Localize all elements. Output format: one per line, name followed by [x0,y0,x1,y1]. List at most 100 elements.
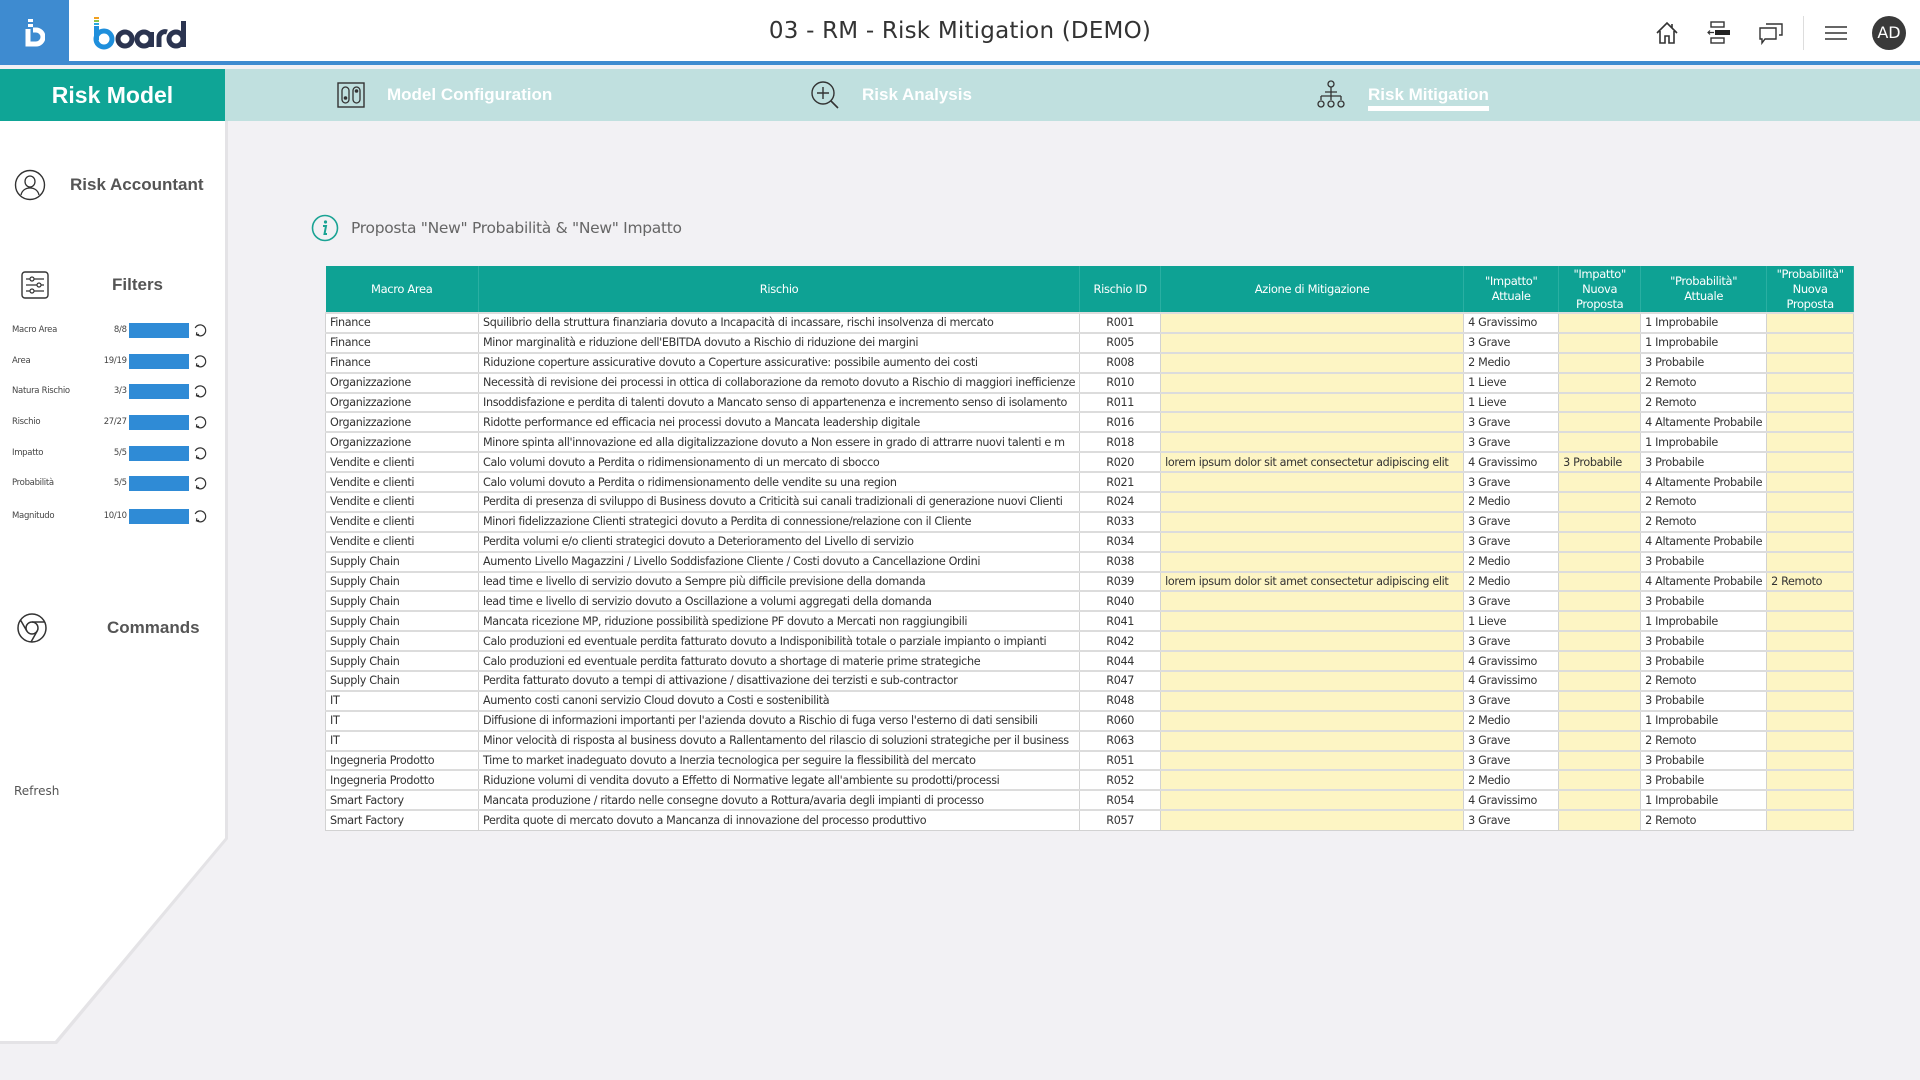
impatto-nuova-proposta-cell[interactable] [1558,809,1642,831]
impatto-nuova-proposta-cell[interactable] [1558,391,1642,413]
azione-mitigazione-cell[interactable] [1160,550,1465,573]
azione-mitigazione-cell[interactable] [1160,391,1465,413]
col-probabilita-nuova-proposta-header[interactable]: "Probabilità" Nuova Proposta [1766,266,1855,313]
impatto-nuova-proposta-cell[interactable] [1558,769,1642,791]
filter-selection-bar[interactable] [128,414,190,430]
impatto-nuova-proposta-cell[interactable] [1558,729,1642,752]
reset-filter-icon[interactable] [193,323,207,337]
probabilita-nuova-proposta-cell[interactable] [1766,809,1855,831]
tab-risk-analysis[interactable]: Risk Analysis [810,69,972,121]
user-avatar[interactable]: AD [1872,15,1906,50]
impatto-nuova-proposta-cell[interactable] [1558,650,1642,672]
probabilita-nuova-proposta-cell[interactable] [1766,431,1855,453]
azione-mitigazione-cell[interactable] [1160,371,1465,394]
impatto-nuova-proposta-cell[interactable] [1558,491,1642,513]
probabilita-nuova-proposta-cell[interactable] [1766,451,1855,473]
filter-row[interactable]: Rischio 27/27 [12,412,207,432]
chat-button[interactable] [1745,0,1797,65]
azione-mitigazione-cell[interactable] [1160,689,1465,712]
azione-mitigazione-cell[interactable] [1160,431,1465,453]
refresh-button-label[interactable]: Refresh [14,784,59,798]
menu-button[interactable] [1810,0,1862,65]
probabilita-nuova-proposta-cell[interactable] [1766,391,1855,413]
azione-mitigazione-cell[interactable] [1160,809,1465,831]
azione-mitigazione-cell[interactable] [1160,331,1465,354]
probabilita-nuova-proposta-cell[interactable] [1766,510,1855,533]
col-impatto-attuale-header[interactable]: "Impatto" Attuale [1463,266,1560,313]
azione-mitigazione-cell[interactable] [1160,789,1465,811]
impatto-nuova-proposta-cell[interactable] [1558,331,1642,354]
tab-risk-mitigation[interactable]: Risk Mitigation [1316,69,1489,121]
azione-mitigazione-cell[interactable] [1160,749,1465,771]
filter-row[interactable]: Probabilità 5/5 [12,473,207,493]
col-rischio-header[interactable]: Rischio [478,266,1081,313]
probabilita-nuova-proposta-cell[interactable] [1766,729,1855,752]
refresh-command-icon[interactable] [16,612,48,644]
info-icon[interactable] [311,214,339,242]
probabilita-nuova-proposta-cell[interactable] [1766,331,1855,354]
impatto-nuova-proposta-cell[interactable] [1558,789,1642,811]
probabilita-nuova-proposta-cell[interactable] [1766,491,1855,513]
azione-mitigazione-cell[interactable] [1160,650,1465,672]
azione-mitigazione-cell[interactable] [1160,312,1465,334]
azione-mitigazione-cell[interactable] [1160,590,1465,612]
filter-row[interactable]: Natura Rischio 3/3 [12,381,207,401]
impatto-nuova-proposta-cell[interactable] [1558,471,1642,493]
probabilita-nuova-proposta-cell[interactable] [1766,709,1855,732]
impatto-nuova-proposta-cell[interactable] [1558,610,1642,632]
panel-toggle-button[interactable] [1693,0,1745,65]
filter-selection-bar[interactable] [128,322,190,338]
impatto-nuova-proposta-cell[interactable] [1558,411,1642,433]
probabilita-nuova-proposta-cell[interactable] [1766,371,1855,394]
impatto-nuova-proposta-cell[interactable] [1558,351,1642,374]
azione-mitigazione-cell[interactable]: lorem ipsum dolor sit amet consectetur a… [1160,570,1465,592]
probabilita-nuova-proposta-cell[interactable] [1766,670,1855,692]
filter-row[interactable]: Area 19/19 [12,351,207,371]
azione-mitigazione-cell[interactable] [1160,769,1465,791]
reset-filter-icon[interactable] [193,476,207,490]
reset-filter-icon[interactable] [193,415,207,429]
reset-filter-icon[interactable] [193,446,207,460]
probabilita-nuova-proposta-cell[interactable] [1766,630,1855,652]
impatto-nuova-proposta-cell[interactable] [1558,550,1642,573]
impatto-nuova-proposta-cell[interactable] [1558,689,1642,712]
probabilita-nuova-proposta-cell[interactable] [1766,789,1855,811]
probabilita-nuova-proposta-cell[interactable] [1766,471,1855,493]
probabilita-nuova-proposta-cell[interactable] [1766,769,1855,791]
azione-mitigazione-cell[interactable] [1160,709,1465,732]
reset-filter-icon[interactable] [193,384,207,398]
impatto-nuova-proposta-cell[interactable] [1558,570,1642,592]
nav-risk-model[interactable]: Risk Model [0,69,225,121]
filter-selection-bar[interactable] [128,445,190,461]
probabilita-nuova-proposta-cell[interactable] [1766,749,1855,771]
impatto-nuova-proposta-cell[interactable] [1558,590,1642,612]
azione-mitigazione-cell[interactable] [1160,630,1465,652]
azione-mitigazione-cell[interactable] [1160,610,1465,632]
probabilita-nuova-proposta-cell[interactable] [1766,351,1855,374]
azione-mitigazione-cell[interactable] [1160,411,1465,433]
filter-selection-bar[interactable] [128,353,190,369]
col-rischio-id-header[interactable]: Rischio ID [1079,266,1162,313]
reset-filter-icon[interactable] [193,354,207,368]
probabilita-nuova-proposta-cell[interactable] [1766,689,1855,712]
reset-filter-icon[interactable] [193,509,207,523]
filter-selection-bar[interactable] [128,383,190,399]
impatto-nuova-proposta-cell[interactable] [1558,670,1642,692]
risk-accountant-section[interactable]: Risk Accountant [14,169,204,201]
filter-row[interactable]: Macro Area 8/8 [12,320,207,340]
home-button[interactable] [1641,0,1693,65]
azione-mitigazione-cell[interactable] [1160,351,1465,374]
filter-row[interactable]: Impatto 5/5 [12,443,207,463]
col-macro-area-header[interactable]: Macro Area [325,266,479,313]
filter-selection-bar[interactable] [128,475,190,491]
filter-row[interactable]: Magnitudo 10/10 [12,506,207,526]
impatto-nuova-proposta-cell[interactable] [1558,371,1642,394]
azione-mitigazione-cell[interactable] [1160,670,1465,692]
azione-mitigazione-cell[interactable]: lorem ipsum dolor sit amet consectetur a… [1160,451,1465,473]
filter-selection-bar[interactable] [128,508,190,524]
col-impatto-nuova-proposta-header[interactable]: "Impatto" Nuova Proposta [1558,266,1642,313]
probabilita-nuova-proposta-cell[interactable] [1766,550,1855,573]
azione-mitigazione-cell[interactable] [1160,510,1465,533]
probabilita-nuova-proposta-cell[interactable] [1766,650,1855,672]
tab-model-configuration[interactable]: Model Configuration [337,69,552,121]
